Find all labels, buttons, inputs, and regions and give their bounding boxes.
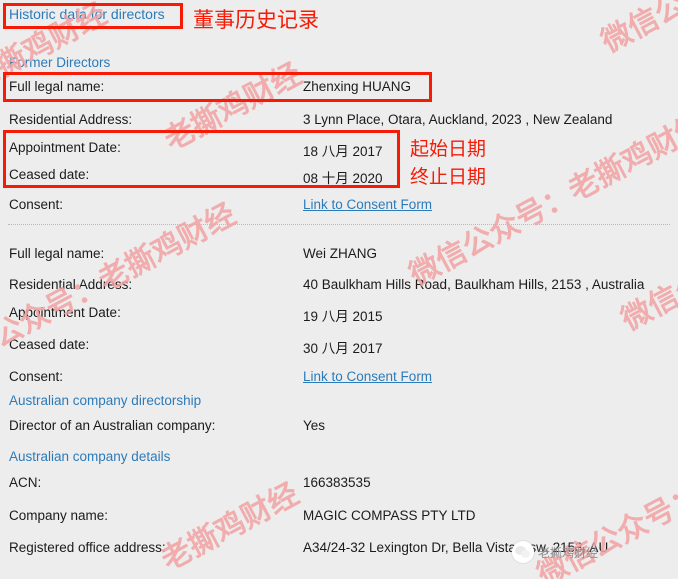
acn-value: 166383535 — [303, 475, 371, 490]
ceased-date-value: 08 十月 2020 — [303, 171, 383, 186]
director-of-australian-company-label: Director of an Australian company: — [9, 418, 216, 433]
residential-address-value: 3 Lynn Place, Otara, Auckland, 2023 , Ne… — [303, 112, 613, 127]
consent-label: Consent: — [9, 197, 64, 212]
section-title-australian-company-details: Australian company details — [9, 449, 171, 464]
appointment-date-label: Appointment Date: — [9, 305, 121, 320]
full-legal-name-value: Zhenxing HUANG — [303, 79, 412, 94]
ceased-date-value: 30 八月 2017 — [303, 341, 383, 356]
full-legal-name-label: Full legal name: — [9, 246, 105, 261]
consent-form-link[interactable]: Link to Consent Form — [303, 369, 432, 384]
residential-address-label: Residential Address: — [9, 277, 133, 292]
residential-address-value: 40 Baulkham Hills Road, Baulkham Hills, … — [303, 277, 645, 292]
residential-address-label: Residential Address: — [9, 112, 133, 127]
full-legal-name-value: Wei ZHANG — [303, 246, 378, 261]
consent-label: Consent: — [9, 369, 64, 384]
ceased-date-label: Ceased date: — [9, 167, 90, 182]
page-title: Historic data for directors — [9, 6, 165, 22]
full-legal-name-label: Full legal name: — [9, 79, 105, 94]
historic-directors-page: Historic data for directors Former Direc… — [0, 0, 678, 579]
appointment-date-label: Appointment Date: — [9, 140, 121, 155]
appointment-date-value: 19 八月 2015 — [303, 309, 383, 324]
registered-office-address-label: Registered office address: — [9, 540, 166, 555]
section-title-former-directors: Former Directors — [9, 55, 111, 70]
ceased-date-label: Ceased date: — [9, 337, 90, 352]
wechat-account-name: 老撕鸡财经 — [538, 545, 599, 560]
appointment-date-value: 18 八月 2017 — [303, 144, 383, 159]
company-name-label: Company name: — [9, 508, 109, 523]
record-divider — [8, 224, 670, 225]
wechat-logo-icon — [512, 541, 534, 563]
wechat-account-badge: 老撕鸡财经 — [512, 541, 598, 563]
consent-form-link[interactable]: Link to Consent Form — [303, 197, 432, 212]
acn-label: ACN: — [9, 475, 42, 490]
company-name-value: MAGIC COMPASS PTY LTD — [303, 508, 476, 523]
section-title-australian-company-directorship: Australian company directorship — [9, 393, 202, 408]
director-of-australian-company-value: Yes — [303, 418, 326, 433]
